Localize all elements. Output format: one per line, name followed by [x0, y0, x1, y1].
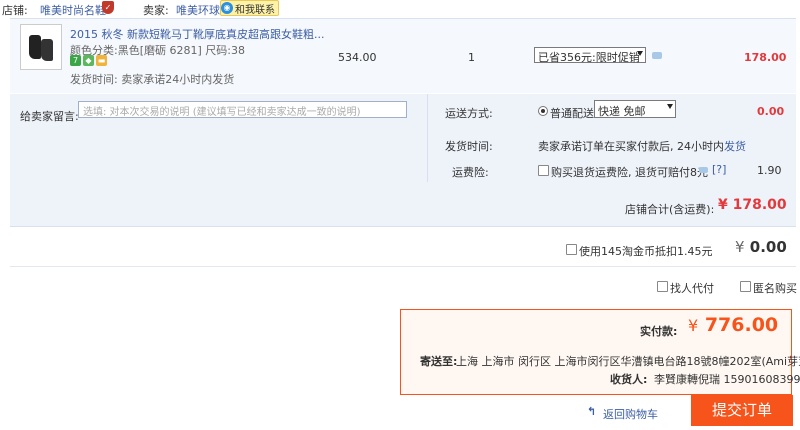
- use-coins-checkbox[interactable]: [566, 244, 577, 255]
- seller-label: 卖家:: [143, 4, 169, 17]
- seven-day-return-icon: 7: [70, 55, 81, 66]
- standard-delivery-label: 普通配送: [550, 107, 594, 120]
- use-coins-label: 使用145淘金币抵扣1.45元: [579, 245, 713, 258]
- credit-card-icon: ▬: [96, 55, 107, 66]
- insurance-info-icon[interactable]: [699, 167, 708, 173]
- shop-label: 店铺:: [2, 4, 28, 17]
- receiver: 李賢康轉倪瑞 15901608399: [654, 373, 800, 386]
- proxy-pay-checkbox[interactable]: [657, 281, 668, 292]
- shipping-method-label: 运送方式:: [445, 107, 493, 120]
- back-arrow-icon[interactable]: ↰: [587, 405, 596, 418]
- shipping-address: 上海 上海市 闵行区 上海市闵行区华漕镇电台路18號8幢202室(Ami芽芽): [456, 355, 800, 368]
- payment-amount: ¥ 776.00: [688, 314, 778, 336]
- service-icons: 7 ◆ ▬: [70, 55, 107, 66]
- chevron-down-icon: [667, 104, 673, 109]
- guarantee-icon: ◆: [83, 55, 94, 66]
- shop-badge-icon: ✓: [102, 1, 114, 14]
- discount-select[interactable]: 已省356元:限时促销: [534, 47, 646, 64]
- currency-symbol: ¥: [688, 316, 699, 335]
- send-time-link[interactable]: 发货: [724, 140, 746, 153]
- standard-delivery-radio[interactable]: [538, 106, 548, 116]
- insurance-help-link[interactable]: [?]: [712, 163, 726, 176]
- insurance-checkbox[interactable]: [538, 165, 549, 176]
- insurance-fee: 1.90: [757, 164, 782, 177]
- discount-select-value: 已省356元:限时促销: [538, 51, 640, 64]
- store-total-label: 店铺合计(含运费):: [625, 203, 715, 216]
- shipping-select[interactable]: 快递 免邮: [594, 100, 676, 118]
- payment-label: 实付款:: [640, 325, 678, 338]
- message-label: 给卖家留言:: [20, 110, 79, 123]
- product-thumbnail[interactable]: [20, 24, 62, 70]
- seller-message-input[interactable]: 选填: 对本次交易的说明 (建议填写已经和卖家达成一致的说明): [78, 101, 407, 118]
- store-total-value: ¥ 178.00: [718, 197, 787, 213]
- discount-comment-icon[interactable]: [652, 52, 662, 59]
- chevron-down-icon: [637, 51, 643, 56]
- contact-label: 和我联系: [235, 4, 275, 16]
- payment-amount-value: 776.00: [704, 314, 779, 336]
- back-to-cart-link[interactable]: 返回购物车: [603, 406, 658, 422]
- insurance-text: 购买退货运费险, 退货可赔付8元: [551, 166, 708, 179]
- receiver-label: 收货人:: [610, 373, 648, 386]
- coins-deduction: ¥ 0.00: [735, 238, 787, 256]
- coins-value: 0.00: [749, 238, 787, 256]
- send-time-label: 发货时间:: [445, 140, 493, 153]
- anonymous-checkbox[interactable]: [740, 281, 751, 292]
- quantity: 1: [468, 51, 475, 64]
- unit-price: 534.00: [338, 51, 377, 64]
- shipping-promise: 发货时间: 卖家承诺24小时内发货: [70, 73, 235, 86]
- submit-order-button[interactable]: 提交订单: [691, 395, 793, 426]
- item-subtotal: 178.00: [744, 51, 787, 64]
- divider: [427, 94, 428, 182]
- chat-icon: ◉: [221, 2, 233, 14]
- divider: [10, 266, 796, 267]
- proxy-pay-label: 找人代付: [670, 282, 714, 295]
- send-time-text: 卖家承诺订单在买家付款后, 24小时内发货: [538, 138, 746, 154]
- contact-seller-button[interactable]: ◉ 和我联系: [220, 0, 279, 16]
- product-title-link[interactable]: 2015 秋冬 新款短靴马丁靴厚底真皮超高跟女鞋粗...: [70, 26, 324, 42]
- currency-symbol: ¥: [735, 238, 745, 256]
- insurance-label: 运费险:: [452, 166, 489, 179]
- anonymous-label: 匿名购买: [753, 282, 797, 295]
- shipping-fee: 0.00: [757, 105, 785, 118]
- send-time-desc: 卖家承诺订单在买家付款后, 24小时内: [538, 140, 724, 153]
- shop-name-link[interactable]: 唯美时尚名鞋: [40, 2, 106, 18]
- address-label: 寄送至:: [420, 355, 458, 368]
- shipping-select-value: 快递 免邮: [598, 105, 646, 118]
- seller-name-link[interactable]: 唯美环球: [176, 2, 220, 18]
